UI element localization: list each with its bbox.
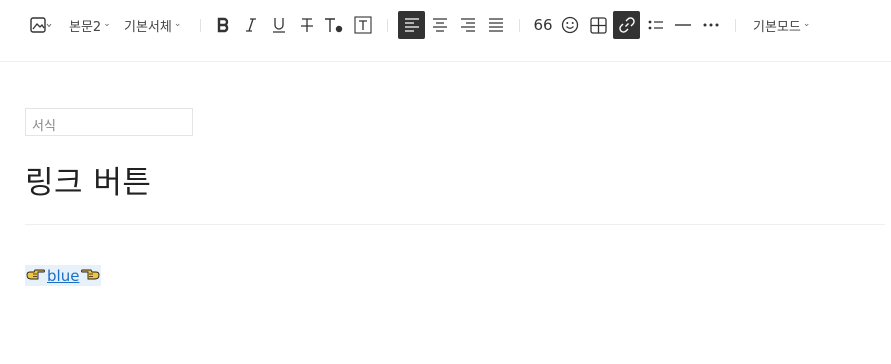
list-icon [648,19,664,31]
quote-button[interactable]: 66 [533,12,553,38]
mode-label: 기본모드 [753,19,801,35]
align-left-icon [404,18,420,32]
pointing-hand-icon [26,266,46,285]
pointing-hand-icon [80,266,100,285]
bold-icon [216,17,230,33]
table-icon [589,16,607,34]
link-text[interactable]: blue [47,267,79,285]
more-button[interactable] [700,12,722,38]
toolbar-separator [519,19,520,32]
emoji-button[interactable] [559,12,581,38]
align-justify-button[interactable] [485,12,507,38]
underline-button[interactable] [268,12,290,38]
chevron-down-icon: ⌄ [103,19,111,29]
emoji-icon [561,16,579,34]
paragraph-style-dropdown[interactable]: 본문2 ⌄ [69,12,113,38]
chevron-down-icon: ⌄ [802,19,811,29]
align-right-button[interactable] [457,12,479,38]
horizontal-line-button[interactable] [672,12,694,38]
mode-dropdown[interactable]: 기본모드 ⌄ [753,12,817,38]
strikethrough-icon [300,17,314,33]
align-center-icon [432,18,448,32]
list-button[interactable] [645,12,667,38]
link-icon [618,16,636,34]
text-background-button[interactable] [352,12,374,38]
document-title[interactable]: 링크 버튼 [25,157,151,202]
text-color-button[interactable] [322,12,346,38]
chevron-down-icon: ⌄ [173,19,182,29]
strikethrough-button[interactable] [296,12,318,38]
toolbar-separator [735,19,736,32]
horizontal-line-icon [675,23,691,27]
title-divider [25,224,885,225]
align-left-button[interactable] [398,11,425,39]
align-justify-icon [488,18,504,32]
underline-icon [272,17,286,33]
table-button[interactable] [587,12,609,38]
toolbar-divider [0,61,891,62]
paragraph-style-label: 본문2 [69,19,102,35]
italic-icon [245,17,257,33]
link-button[interactable] [613,11,640,39]
align-right-icon [460,18,476,32]
format-placeholder: 서식 [32,119,56,134]
text-background-icon [354,16,372,34]
toolbar-separator [387,19,388,32]
font-family-dropdown[interactable]: 기본서체 ⌄ [124,12,188,38]
format-select[interactable]: 서식 [25,108,193,136]
font-family-label: 기본서체 [124,19,172,35]
image-icon [30,17,52,33]
quote-icon: 66 [533,16,553,34]
link-button-block[interactable]: blue [25,265,102,286]
text-color-icon [324,17,344,33]
editor-toolbar: 본문2 ⌄ 기본서체 ⌄ 66 기본모드 ⌄ [0,0,891,52]
toolbar-separator [200,19,201,32]
more-icon [703,23,719,27]
align-center-button[interactable] [429,12,451,38]
italic-button[interactable] [240,12,262,38]
bold-button[interactable] [212,12,234,38]
insert-image-button[interactable] [26,12,56,38]
